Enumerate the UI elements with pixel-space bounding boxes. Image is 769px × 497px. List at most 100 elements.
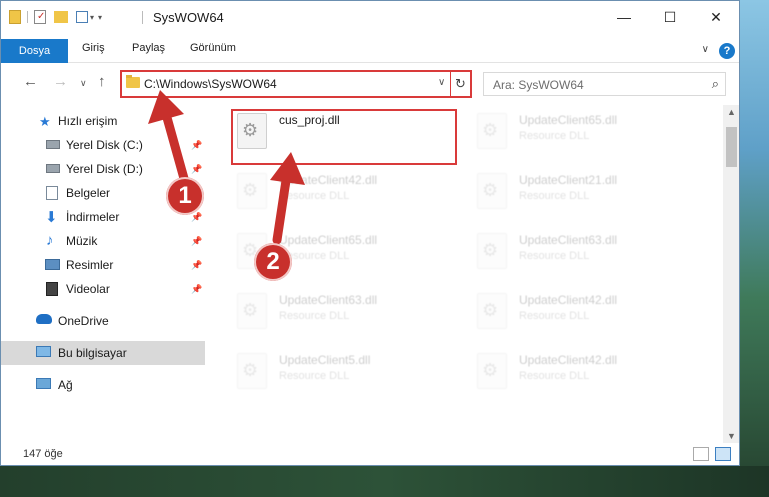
file-name: UpdateClient21.dll [519,173,618,187]
pin-icon[interactable]: 📌 [191,236,202,247]
address-field[interactable]: C:\Windows\SysWOW64 ∨ [122,72,448,96]
back-arrow-icon[interactable]: ← [23,73,38,90]
file-type: Resource DLL [519,310,590,322]
tab-file[interactable]: Dosya [1,39,68,63]
customize-icon[interactable] [76,11,88,23]
list-item[interactable]: UpdateClient42.dll Resource DLL [211,165,441,221]
download-icon: ⬇ [45,209,58,226]
refresh-icon[interactable]: ↻ [450,72,470,96]
dll-file-icon [477,353,507,389]
list-item[interactable]: UpdateClient42.dll Resource DLL [451,285,681,341]
dll-file-icon [237,173,267,209]
sidebar-item-label: OneDrive [58,314,109,328]
sidebar-item-label: İndirmeler [66,210,120,224]
sidebar-item-label: Yerel Disk (C:) [66,138,143,152]
sidebar-item-pictures[interactable]: Resimler 📌 [1,253,205,277]
drive-icon [46,164,60,173]
sidebar-item-local-disk-d[interactable]: Yerel Disk (D:) 📌 [1,157,205,181]
search-icon[interactable]: ⌕ [712,76,719,92]
item-count: 147 öğe [23,448,63,460]
drive-icon [46,140,60,149]
list-item[interactable]: UpdateClient65.dll Resource DLL [211,225,441,281]
list-item[interactable]: UpdateClient42.dll Resource DLL [451,345,681,401]
pin-icon[interactable]: 📌 [191,284,202,295]
tab-share[interactable]: Paylaş [132,42,165,54]
desktop-background-right [740,0,769,497]
dll-file-icon [477,113,507,149]
network-icon [36,378,51,389]
dropdown-icon[interactable]: ▾ [90,13,94,22]
minimize-button[interactable]: — [601,1,647,33]
sidebar-item-label: Yerel Disk (D:) [66,162,143,176]
folder-icon[interactable] [9,10,21,24]
scroll-down-icon[interactable]: ▼ [723,429,739,443]
explorer-window: ✓ ▾ ▾ SysWOW64 — ☐ ✕ Dosya Giriş Paylaş … [0,0,740,466]
dll-file-icon [477,233,507,269]
pictures-icon [45,259,60,270]
separator [27,11,28,23]
sidebar-item-videos[interactable]: Videolar 📌 [1,277,205,301]
sidebar-item-label: Hızlı erişim [58,114,118,128]
file-name: UpdateClient65.dll [279,233,378,247]
sidebar-item-label: Belgeler [66,186,111,200]
sidebar-item-label: Bu bilgisayar [58,346,127,360]
pin-icon[interactable]: 📌 [191,140,202,151]
list-item[interactable]: UpdateClient21.dll Resource DLL [451,165,681,221]
pin-icon[interactable]: 📌 [191,260,202,271]
sidebar-item-music[interactable]: ♪ Müzik 📌 [1,229,205,253]
dll-file-icon [477,293,507,329]
file-name: UpdateClient42.dll [279,173,378,187]
dll-file-icon [237,353,267,389]
sidebar-item-local-disk-c[interactable]: Yerel Disk (C:) 📌 [1,133,205,157]
large-icons-view-icon[interactable] [715,447,731,461]
cloud-icon [36,314,52,324]
pin-icon[interactable]: 📌 [191,164,202,175]
step-2-badge: 2 [254,243,292,281]
vertical-scrollbar[interactable]: ▲ ▼ [723,105,739,443]
file-type: Resource DLL [279,190,350,202]
help-icon[interactable]: ? [719,43,735,59]
search-input[interactable]: Ara: SysWOW64 ⌕ [483,72,726,96]
properties-icon[interactable]: ✓ [34,10,46,24]
sidebar-item-this-pc[interactable]: Bu bilgisayar [1,341,205,365]
file-name: UpdateClient42.dll [519,293,618,307]
address-dropdown-icon[interactable]: ∨ [438,77,445,88]
scroll-up-icon[interactable]: ▲ [723,105,739,119]
tab-home[interactable]: Giriş [82,42,105,54]
desktop-background-bottom [0,466,769,497]
list-item[interactable]: UpdateClient63.dll Resource DLL [451,225,681,281]
sidebar-item-label: Ağ [58,378,73,392]
list-item[interactable]: UpdateClient65.dll Resource DLL [451,105,681,161]
dll-file-icon [237,293,267,329]
file-name: UpdateClient63.dll [519,233,618,247]
qa-dropdown-icon[interactable]: ▾ [98,13,102,22]
scroll-thumb[interactable] [726,127,737,167]
maximize-button[interactable]: ☐ [647,1,693,33]
file-type: Resource DLL [519,190,590,202]
quick-access-toolbar: ✓ ▾ ▾ [9,9,102,25]
list-item[interactable]: UpdateClient63.dll Resource DLL [211,285,441,341]
sidebar-item-network[interactable]: Ağ [1,373,205,397]
sidebar-item-label: Müzik [66,234,98,248]
list-item[interactable]: UpdateClient5.dll Resource DLL [211,345,441,401]
close-button[interactable]: ✕ [693,1,739,33]
file-type: Resource DLL [519,130,590,142]
recent-dropdown-icon[interactable]: ∨ [80,78,87,89]
music-icon: ♪ [46,232,54,249]
sidebar-item-label: Resimler [66,258,114,272]
file-name: UpdateClient5.dll [279,353,371,367]
new-folder-icon[interactable] [54,11,68,23]
file-type: Resource DLL [519,250,590,262]
sidebar-item-quick-access[interactable]: ★ Hızlı erişim [1,109,205,133]
ribbon-expand-icon[interactable]: ∨ [702,44,709,55]
tab-view[interactable]: Görünüm [190,42,236,54]
sidebar-item-onedrive[interactable]: OneDrive [1,309,205,333]
address-bar[interactable]: C:\Windows\SysWOW64 ∨ ↻ [120,70,472,98]
step-1-badge: 1 [166,177,204,215]
ribbon: Dosya Giriş Paylaş Görünüm ∨ ? [1,33,739,63]
forward-arrow-icon[interactable]: → [53,73,68,90]
details-view-icon[interactable] [693,447,709,461]
address-path[interactable]: C:\Windows\SysWOW64 [144,77,277,91]
up-arrow-icon[interactable]: ↑ [98,73,106,90]
navigation-pane: ★ Hızlı erişim Yerel Disk (C:) 📌 Yerel D… [1,105,211,443]
